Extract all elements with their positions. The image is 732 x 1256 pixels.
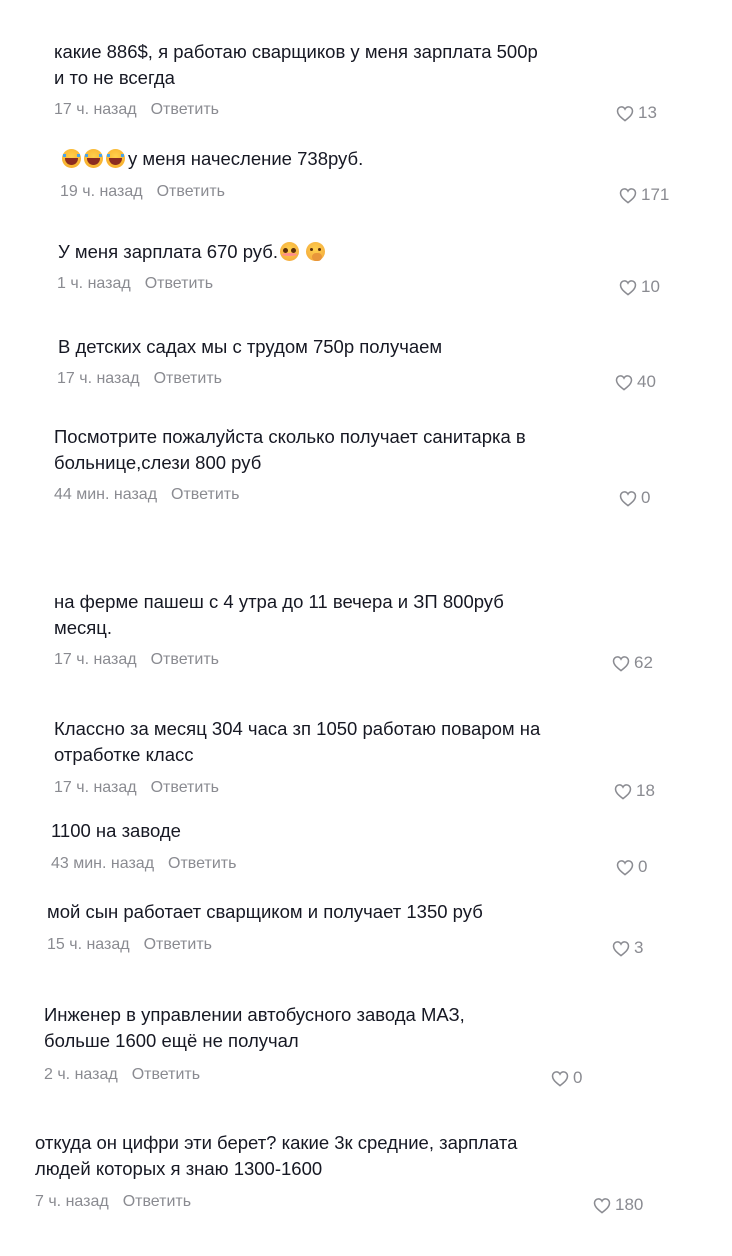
like-count: 0 [638, 857, 648, 876]
hand-over-mouth-face-icon [306, 242, 326, 261]
reply-button[interactable]: Ответить [157, 183, 225, 200]
like-button[interactable]: 0 [551, 1068, 582, 1088]
comment-item: В детских садах мы с трудом 750р получае… [58, 334, 658, 360]
comment-meta: 15 ч. назад Ответить [47, 936, 212, 954]
like-count: 171 [641, 185, 670, 204]
comment-timestamp: 15 ч. назад [47, 936, 130, 953]
comment-timestamp: 43 мин. назад [51, 855, 155, 872]
heart-outline-icon [616, 859, 634, 876]
comment-text: В детских садах мы с трудом 750р получае… [58, 336, 443, 357]
reply-button[interactable]: Ответить [168, 855, 236, 872]
like-count: 0 [573, 1068, 583, 1087]
comment-meta: 7 ч. назад Ответить [35, 1193, 191, 1211]
comment-timestamp: 19 ч. назад [60, 183, 143, 200]
like-button[interactable]: 171 [619, 185, 669, 205]
comment-item: откуда он цифри эти берет? какие 3к сред… [35, 1130, 675, 1182]
like-button[interactable]: 0 [619, 488, 650, 508]
comment-meta: 17 ч. назад Ответить [54, 779, 219, 797]
reply-button[interactable]: Ответить [171, 486, 239, 503]
comment-item: какие 886$, я работаю сварщиков у меня з… [54, 39, 654, 91]
like-count: 3 [634, 938, 644, 957]
heart-outline-icon [612, 655, 630, 672]
comment-item: мой сын работает сварщиком и получает 13… [47, 899, 667, 925]
comment-meta: 43 мин. назад Ответить [51, 855, 236, 873]
pleading-face-icon [280, 242, 300, 261]
comment-timestamp: 7 ч. назад [35, 1193, 109, 1210]
like-count: 18 [636, 781, 655, 800]
like-count: 180 [615, 1195, 644, 1214]
comment-item: 1100 на заводе [51, 818, 671, 844]
heart-outline-icon [619, 187, 637, 204]
reply-button[interactable]: Ответить [123, 1193, 191, 1210]
comment-meta: 17 ч. назад Ответить [54, 101, 219, 119]
comment-timestamp: 1 ч. назад [57, 275, 131, 292]
comment-meta: 44 мин. назад Ответить [54, 486, 239, 504]
comment-timestamp: 17 ч. назад [57, 370, 140, 387]
like-count: 62 [634, 653, 653, 672]
heart-outline-icon [615, 374, 633, 391]
comment-item: на ферме пашеш с 4 утра до 11 вечера и З… [54, 589, 674, 641]
comment-meta: 1 ч. назад Ответить [57, 275, 213, 293]
reply-button[interactable]: Ответить [144, 936, 212, 953]
laughing-face-icon [84, 149, 103, 168]
like-button[interactable]: 10 [619, 277, 660, 297]
like-button[interactable]: 180 [593, 1195, 643, 1215]
comment-item: Посмотрите пожалуйста сколько получает с… [54, 424, 674, 476]
comment-text: мой сын работает сварщиком и получает 13… [47, 901, 483, 922]
comment-item: Инженер в управлении автобусного завода … [44, 1002, 664, 1054]
comment-item: Классно за месяц 304 часа зп 1050 работа… [54, 716, 674, 768]
like-button[interactable]: 18 [614, 781, 655, 801]
comment-text: Классно за месяц 304 часа зп 1050 работа… [54, 718, 541, 765]
heart-outline-icon [612, 940, 630, 957]
like-count: 13 [638, 103, 657, 122]
reply-button[interactable]: Ответить [151, 651, 219, 668]
comment-timestamp: 17 ч. назад [54, 101, 137, 118]
comment-timestamp: 44 мин. назад [54, 486, 158, 503]
comment-text: Инженер в управлении автобусного завода … [44, 1004, 465, 1051]
reply-button[interactable]: Ответить [151, 101, 219, 118]
comment-timestamp: 17 ч. назад [54, 779, 137, 796]
comment-text: на ферме пашеш с 4 утра до 11 вечера и З… [54, 591, 504, 638]
reply-button[interactable]: Ответить [151, 779, 219, 796]
like-button[interactable]: 3 [612, 938, 643, 958]
comment-text: 1100 на заводе [51, 820, 181, 841]
like-button[interactable]: 62 [612, 653, 653, 673]
comment-timestamp: 17 ч. назад [54, 651, 137, 668]
like-button[interactable]: 0 [616, 857, 647, 877]
heart-outline-icon [619, 279, 637, 296]
comment-meta: 17 ч. назад Ответить [57, 370, 222, 388]
laughing-face-icon [106, 149, 125, 168]
comment-text: Посмотрите пожалуйста сколько получает с… [54, 426, 526, 473]
comment-item: у меня начесление 738руб. [62, 146, 662, 172]
laughing-face-icon [62, 149, 81, 168]
reply-button[interactable]: Ответить [154, 370, 222, 387]
like-count: 40 [637, 372, 656, 391]
comment-meta: 17 ч. назад Ответить [54, 651, 219, 669]
comment-item: У меня зарплата 670 руб. [58, 239, 658, 265]
heart-outline-icon [619, 490, 637, 507]
comment-text: У меня зарплата 670 руб. [58, 241, 279, 262]
comment-meta: 19 ч. назад Ответить [60, 183, 225, 201]
like-count: 10 [641, 277, 660, 296]
like-button[interactable]: 40 [615, 372, 656, 392]
comment-text: откуда он цифри эти берет? какие 3к сред… [35, 1132, 518, 1179]
heart-outline-icon [593, 1197, 611, 1214]
like-button[interactable]: 13 [616, 103, 657, 123]
reply-button[interactable]: Ответить [132, 1066, 200, 1083]
reply-button[interactable]: Ответить [145, 275, 213, 292]
comment-timestamp: 2 ч. назад [44, 1066, 118, 1083]
heart-outline-icon [614, 783, 632, 800]
comment-text: какие 886$, я работаю сварщиков у меня з… [54, 41, 538, 88]
comment-meta: 2 ч. назад Ответить [44, 1066, 200, 1084]
heart-outline-icon [551, 1070, 569, 1087]
heart-outline-icon [616, 105, 634, 122]
like-count: 0 [641, 488, 651, 507]
comment-text: у меня начесление 738руб. [128, 148, 364, 169]
